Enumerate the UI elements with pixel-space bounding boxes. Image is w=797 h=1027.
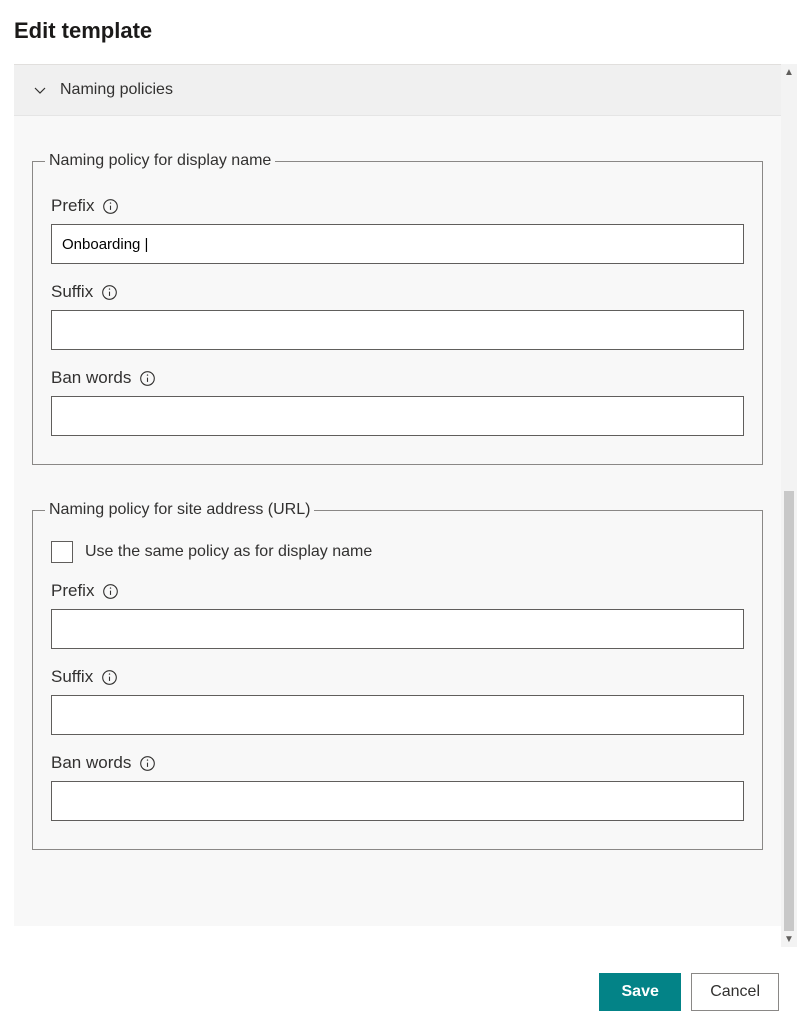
label-url-prefix: Prefix (51, 581, 94, 601)
fieldset-url-policy: Naming policy for site address (URL) Use… (32, 501, 763, 850)
info-icon[interactable] (101, 669, 118, 686)
save-button[interactable]: Save (599, 973, 681, 1011)
field-display-ban: Ban words (51, 368, 744, 436)
field-display-prefix: Prefix (51, 196, 744, 264)
label-url-suffix: Suffix (51, 667, 93, 687)
input-display-prefix[interactable] (51, 224, 744, 264)
fieldset-legend-url: Naming policy for site address (URL) (45, 501, 314, 519)
label-display-suffix: Suffix (51, 282, 93, 302)
field-url-prefix: Prefix (51, 581, 744, 649)
accordion-header-label: Naming policies (60, 81, 173, 99)
scrollbar[interactable]: ▲ ▼ (781, 64, 797, 947)
accordion-body: Naming policy for display name Prefix (14, 116, 781, 850)
field-url-ban: Ban words (51, 753, 744, 821)
field-display-suffix: Suffix (51, 282, 744, 350)
label-display-ban: Ban words (51, 368, 131, 388)
cancel-button[interactable]: Cancel (691, 973, 779, 1011)
input-url-suffix[interactable] (51, 695, 744, 735)
info-icon[interactable] (139, 370, 156, 387)
label-display-prefix: Prefix (51, 196, 94, 216)
input-url-prefix[interactable] (51, 609, 744, 649)
footer: Save Cancel (0, 957, 797, 1027)
panel-title: Edit template (0, 0, 797, 66)
fieldset-display-name-policy: Naming policy for display name Prefix (32, 152, 763, 465)
fieldset-legend-display: Naming policy for display name (45, 152, 275, 170)
form-content: Naming policies Naming policy for displa… (14, 64, 781, 926)
chevron-down-icon (32, 82, 48, 98)
accordion-header-naming-policies[interactable]: Naming policies (14, 65, 781, 116)
scroll-up-arrow-icon[interactable]: ▲ (781, 64, 797, 80)
info-icon[interactable] (139, 755, 156, 772)
checkbox-row-same-as-display: Use the same policy as for display name (51, 541, 744, 563)
info-icon[interactable] (101, 284, 118, 301)
checkbox-label-same-as-display: Use the same policy as for display name (85, 543, 372, 561)
field-url-suffix: Suffix (51, 667, 744, 735)
scrollbar-thumb[interactable] (784, 491, 794, 931)
checkbox-same-as-display[interactable] (51, 541, 73, 563)
input-url-ban[interactable] (51, 781, 744, 821)
input-display-suffix[interactable] (51, 310, 744, 350)
input-display-ban[interactable] (51, 396, 744, 436)
scroll-area[interactable]: Naming policies Naming policy for displa… (14, 64, 797, 947)
label-url-ban: Ban words (51, 753, 131, 773)
scroll-down-arrow-icon[interactable]: ▼ (781, 931, 797, 947)
info-icon[interactable] (102, 583, 119, 600)
info-icon[interactable] (102, 198, 119, 215)
